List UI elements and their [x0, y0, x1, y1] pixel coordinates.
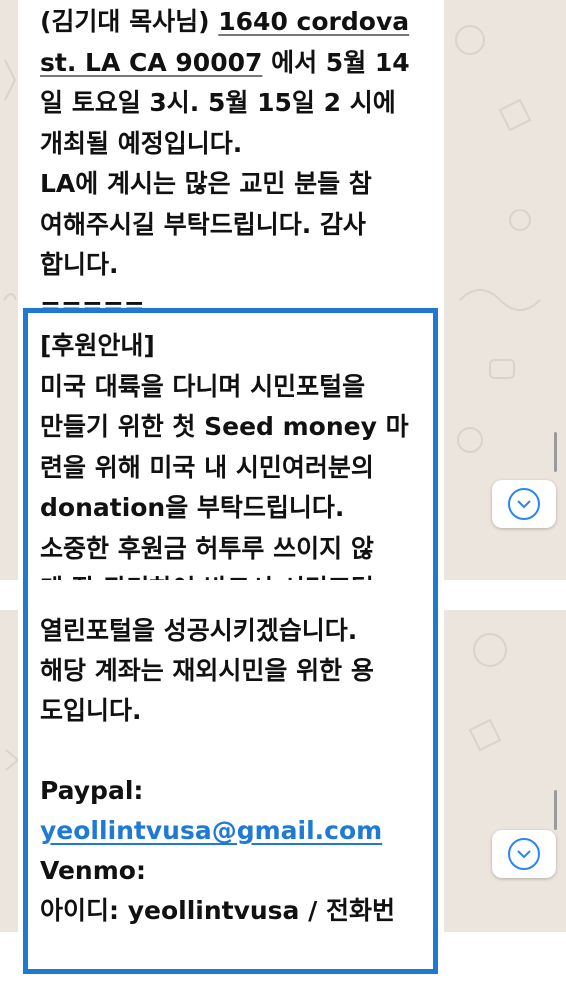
chevron-down-circle-icon: [508, 838, 540, 870]
message-line: LA에 계시는 많은 교민 분들 참: [40, 164, 372, 203]
message-text-segment: 1640 cordova: [218, 7, 410, 36]
scroll-to-bottom-button-lower[interactable]: [492, 830, 556, 878]
message-line: st. LA CA 90007 에서 5월 14: [40, 43, 410, 82]
message-text-segment: st. LA CA 90007: [40, 47, 263, 77]
message-text-segment: 일 토요일 3시. 5월 15일 2 시에: [40, 88, 396, 117]
message-text-segment: (김기대 목사님): [40, 7, 219, 36]
highlight-box: [23, 308, 438, 974]
message-text-segment: 에서 5월 14: [262, 47, 410, 77]
message-line: 여해주시길 부탁드립니다. 감사: [40, 205, 366, 244]
message-text-segment: LA에 계시는 많은 교민 분들 참: [40, 169, 372, 198]
message-line: 합니다.: [40, 245, 119, 284]
message-line: (김기대 목사님) 1640 cordova: [40, 2, 409, 41]
message-line: 개최될 예정입니다.: [40, 124, 242, 163]
message-text-segment: 개최될 예정입니다.: [40, 128, 243, 158]
scroll-indicator-lower[interactable]: [554, 790, 557, 830]
scroll-indicator-upper[interactable]: [554, 432, 557, 472]
message-text-segment: 합니다.: [40, 250, 119, 279]
message-text-segment: 여해주시길 부탁드립니다. 감사: [40, 209, 366, 239]
message-line: 일 토요일 3시. 5월 15일 2 시에: [40, 83, 396, 122]
chevron-down-circle-icon: [508, 488, 540, 520]
scroll-to-bottom-button-upper[interactable]: [492, 480, 556, 528]
